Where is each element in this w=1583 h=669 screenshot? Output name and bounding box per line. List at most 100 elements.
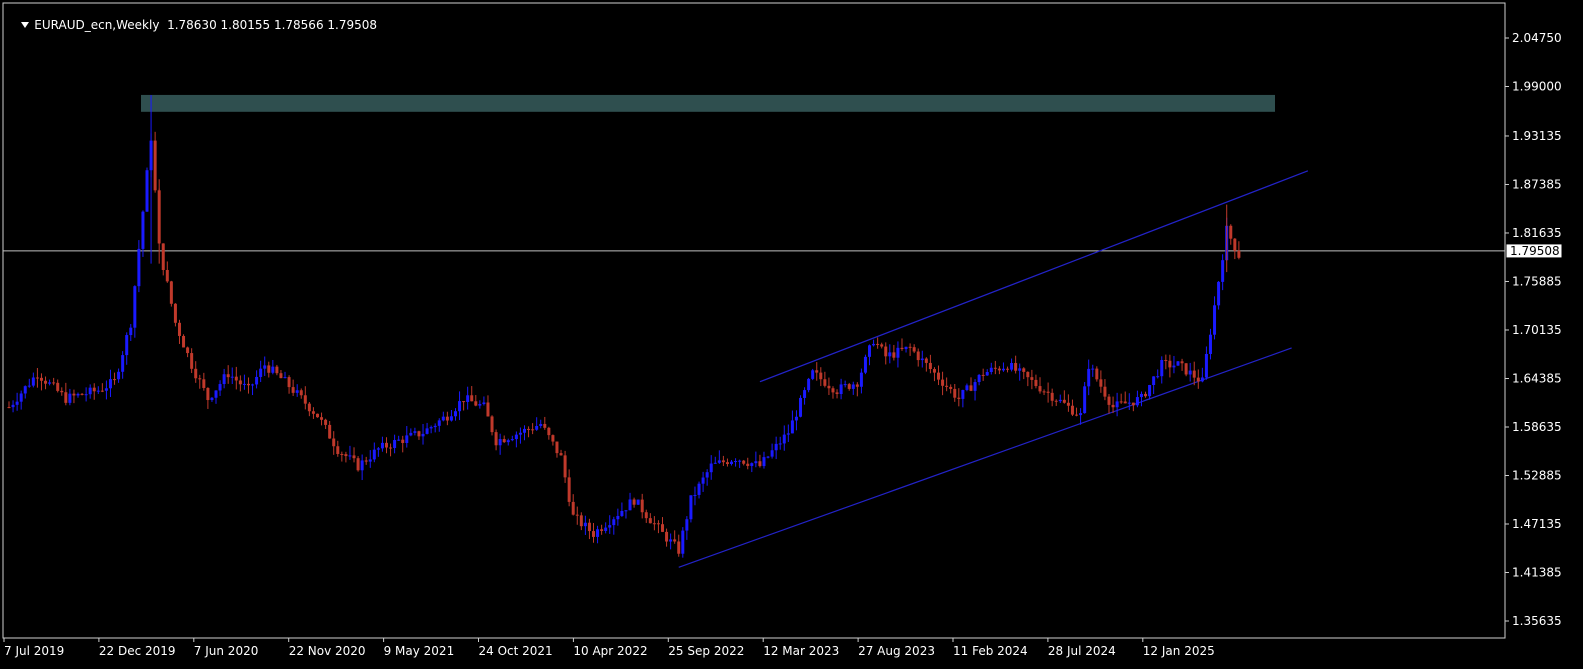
candle-body [287,377,291,388]
candle-body [275,366,279,374]
candle-body [1054,400,1058,402]
candle-body [271,366,275,373]
candle-body [709,463,713,473]
candle-body [1144,393,1148,397]
price-tick-label: 1.70135 [1512,323,1562,337]
candle-body [961,390,965,399]
candle-body [965,385,969,391]
candle-body [811,370,815,379]
candle-body [255,376,259,385]
candle-body [831,388,835,393]
candle-body [782,434,786,444]
candle-body [928,362,932,370]
candle-body [527,428,531,430]
candle-body [108,379,112,389]
candle-body [693,494,697,496]
candle-body [1148,385,1152,397]
chart-window[interactable]: EURAUD_ecn,Weekly 1.78630 1.80155 1.7856… [0,0,1583,669]
candle-body [855,384,859,387]
candle-body [661,524,665,532]
candle-body [1184,363,1188,375]
candle-body [1152,376,1156,386]
candle-body [230,376,234,378]
price-chart[interactable]: 2.04750 1.99000 1.93135 1.87385 1.81635 1.758… [0,0,1583,669]
candle-body [730,461,734,465]
candle-body [141,211,145,249]
candle-body [7,407,11,409]
candle-body [1204,353,1208,378]
candle-body [876,343,880,345]
candle-body [198,378,202,380]
price-tick-label: 2.04750 [1512,31,1562,45]
time-tick-label: 11 Feb 2024 [953,644,1028,658]
candle-body [470,395,474,402]
candle-body [559,453,563,456]
candle-body [669,539,673,542]
candle-body [1208,334,1212,354]
candle-body [1119,401,1123,403]
candle-body [1172,365,1176,368]
candle-body [1079,413,1083,416]
candle-body [11,404,15,408]
candle-body [1213,305,1217,335]
candle-body [1058,399,1062,402]
candle-body [206,387,210,401]
candle-body [750,463,754,466]
candle-body [474,401,478,406]
candle-body [734,461,738,463]
price-tick-label: 1.64385 [1512,371,1562,385]
candle-body [413,431,417,433]
candle-body [429,427,433,429]
candle-body [981,374,985,376]
candle-body [133,286,137,328]
candle-body [202,379,206,388]
candle-body [137,248,141,287]
candle-body [121,355,125,372]
candle-body [587,522,591,532]
candle-body [888,352,892,357]
resistance-zone [141,94,1275,112]
candle-body [924,358,928,363]
candle-body [1001,368,1005,371]
candle-body [39,377,43,381]
candle-body [283,377,287,379]
candle-body [648,518,652,524]
candle-body [1188,370,1192,375]
candle-body [685,519,689,531]
candle-body [1123,401,1127,404]
candle-body [169,281,173,304]
candle-body [912,347,916,352]
candle-body [1160,360,1164,377]
candle-body [360,460,364,471]
candle-body [721,460,725,463]
candle-body [145,170,149,212]
price-tick-label: 1.35635 [1512,614,1562,628]
candle-body [482,402,486,405]
candle-body [1111,404,1115,408]
candle-body [458,401,462,412]
candle-body [299,390,303,396]
candle-body [555,441,559,454]
candle-body [652,523,656,525]
time-tick-label: 12 Mar 2023 [763,644,839,658]
price-tick-label: 1.41385 [1512,565,1562,579]
candle-body [259,368,263,377]
candle-body [583,522,587,527]
candle-body [689,495,693,520]
candle-body [997,368,1001,371]
candle-body [340,453,344,455]
candle-body [1164,360,1168,362]
candle-body [989,367,993,373]
candle-body [291,387,295,393]
candle-body [896,347,900,358]
candle-body [880,344,884,347]
candle-body [803,390,807,398]
candle-body [52,382,56,384]
candle-body [872,343,876,346]
candle-body [315,413,319,418]
candle-body [1221,260,1225,282]
candle-body [624,510,628,512]
candle-body [238,380,242,385]
candle-body [543,423,547,428]
upper-channel-line [759,170,1309,383]
